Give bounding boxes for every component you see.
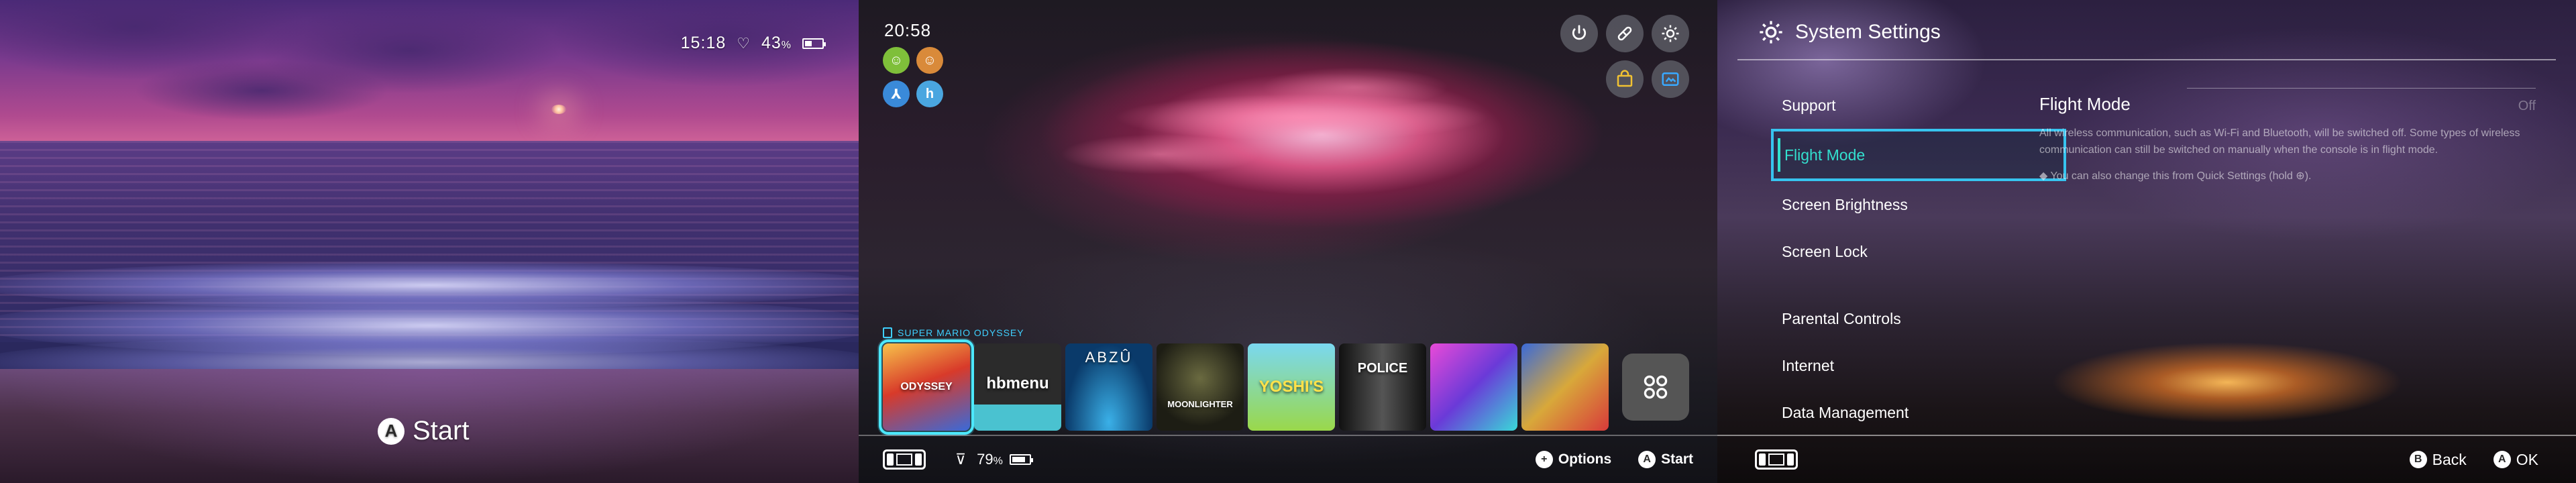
album-icon <box>1662 72 1679 86</box>
selected-game-title: SUPER MARIO ODYSSEY <box>883 327 1024 338</box>
settings-menu: Support Flight Mode Screen Brightness Sc… <box>1771 82 2066 436</box>
a-button-icon: A <box>378 417 405 445</box>
album-button[interactable] <box>1652 60 1689 98</box>
battery-icon <box>802 38 826 49</box>
game-tile-super-smash-bros-ultimate[interactable] <box>1521 343 1609 431</box>
battery-percentage: 79% <box>977 451 1003 468</box>
cartridge-icon <box>883 327 892 338</box>
power-icon <box>1572 25 1587 40</box>
menu-item-support[interactable]: Support <box>1771 82 2066 129</box>
start-label: Start <box>413 416 470 445</box>
bottom-bar: ⊽ 79% + Options A Start <box>859 435 1717 483</box>
game-tile-abzu[interactable]: ABZÛ <box>1065 343 1152 431</box>
back-hint[interactable]: B Back <box>2409 451 2467 469</box>
game-carousel: ODYSSEY hbmenu ABZÛ MOONLIGHTER YOSHI'S … <box>879 339 1689 435</box>
menu-item-internet[interactable]: Internet <box>1771 342 2066 389</box>
power-button[interactable] <box>1560 15 1598 52</box>
menu-item-flight-mode[interactable]: Flight Mode <box>1771 129 2066 181</box>
shop-button[interactable] <box>1606 60 1644 98</box>
all-software-button[interactable] <box>1622 354 1689 421</box>
user-avatar-1[interactable]: ☺ <box>883 47 910 74</box>
menu-item-screen-brightness[interactable]: Screen Brightness <box>1771 181 2066 228</box>
menu-item-data-management[interactable]: Data Management <box>1771 389 2066 436</box>
settings-header: System Settings <box>1758 19 1941 46</box>
sun <box>551 105 566 114</box>
game-tile-moonlighter[interactable]: MOONLIGHTER <box>1157 343 1244 431</box>
clock: 15:18 <box>680 34 727 52</box>
detail-note: ◆ You can also change this from Quick Se… <box>2039 170 2312 182</box>
ok-hint[interactable]: A OK <box>2493 451 2538 469</box>
page-title: System Settings <box>1795 21 1941 43</box>
game-tile-super-mario-odyssey[interactable]: ODYSSEY <box>879 339 974 435</box>
bottom-bar: B Back A OK <box>1717 435 2576 483</box>
flight-mode-setting[interactable]: Flight Mode Off <box>2039 94 2536 115</box>
settings-icon <box>1760 21 1782 44</box>
home-menu: 20:58 ☺ ☺ ⅄ h SUPER MARIO ODYSSEY ODYSSE… <box>859 0 1717 483</box>
start-hint[interactable]: A Start <box>1638 451 1693 468</box>
settings-detail: Flight Mode Off All wireless communicati… <box>2039 88 2536 182</box>
lock-screen-wallpaper <box>0 0 859 483</box>
game-tile-hbmenu[interactable]: hbmenu <box>974 343 1061 431</box>
homebrew-avatar[interactable]: h <box>916 80 943 107</box>
console-icon <box>1755 449 1798 470</box>
user-avatar-2[interactable]: ☺ <box>916 47 943 74</box>
edit-icon <box>1617 26 1632 41</box>
game-tile-this-is-the-police[interactable]: POLICE <box>1339 343 1426 431</box>
game-tile-yoshis-crafted-world[interactable]: YOSHI'S <box>1248 343 1335 431</box>
a-button-icon: A <box>2493 451 2511 468</box>
battery-icon <box>1009 454 1033 465</box>
quick-buttons <box>1560 15 1689 98</box>
game-tile-sayonara-wild-hearts[interactable] <box>1430 343 1517 431</box>
grid-icon <box>1644 375 1668 399</box>
wifi-icon: ♡ <box>737 34 751 52</box>
status-bar: 15:18 ♡ 43% <box>680 34 826 53</box>
b-button-icon: B <box>2409 451 2427 468</box>
shop-icon <box>1617 70 1633 87</box>
detail-description: All wireless communication, such as Wi-F… <box>2039 127 2520 156</box>
options-hint[interactable]: + Options <box>1535 451 1611 468</box>
header-divider <box>1737 59 2556 60</box>
user-list: ☺ ☺ ⅄ h <box>883 47 943 107</box>
console-icon <box>883 449 926 470</box>
wifi-icon: ⊽ <box>955 451 967 468</box>
settings-icon <box>1662 25 1679 42</box>
clock: 20:58 <box>884 20 932 40</box>
detail-divider <box>2187 88 2536 89</box>
detail-title: Flight Mode <box>2039 94 2131 114</box>
settings-button[interactable] <box>1652 15 1689 52</box>
menu-item-parental-controls[interactable]: Parental Controls <box>1771 295 2066 342</box>
a-button-icon: A <box>1638 451 1656 468</box>
plus-button-icon: + <box>1535 451 1553 468</box>
detail-value: Off <box>2518 99 2536 113</box>
user-avatar-3[interactable]: ⅄ <box>883 80 910 107</box>
edit-button[interactable] <box>1606 15 1644 52</box>
system-settings: System Settings Support Flight Mode Scre… <box>1717 0 2576 483</box>
start-hint[interactable]: A Start <box>378 416 469 446</box>
lock-screen: 15:18 ♡ 43% A Start <box>0 0 859 483</box>
battery-percentage: 43% <box>761 34 792 52</box>
menu-item-screen-lock[interactable]: Screen Lock <box>1771 228 2066 275</box>
